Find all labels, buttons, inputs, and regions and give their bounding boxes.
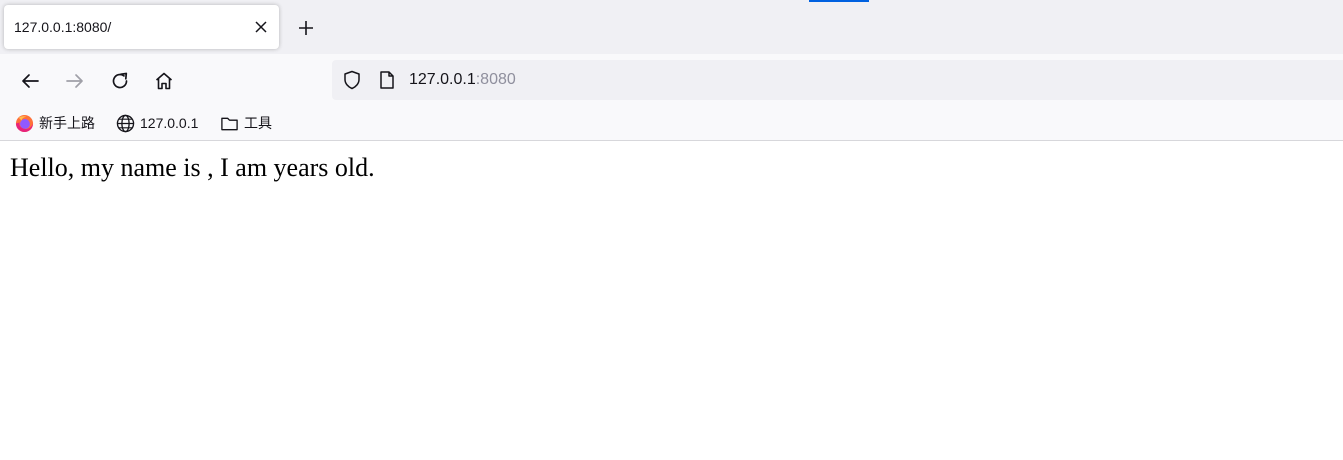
page-body-text: Hello, my name is , I am years old. bbox=[10, 153, 375, 182]
address-bar[interactable]: 127.0.0.1:8080 bbox=[332, 60, 1343, 100]
reload-button[interactable] bbox=[107, 68, 133, 94]
tab-title: 127.0.0.1:8080/ bbox=[14, 19, 112, 35]
active-tab[interactable]: 127.0.0.1:8080/ bbox=[4, 5, 279, 49]
close-icon[interactable] bbox=[250, 16, 272, 38]
globe-icon bbox=[116, 114, 135, 132]
home-button[interactable] bbox=[151, 68, 177, 94]
bookmarks-toolbar: 新手上路 127.0.0.1 工具 bbox=[0, 106, 1343, 141]
arrow-left-icon bbox=[22, 74, 39, 88]
url-text[interactable]: 127.0.0.1:8080 bbox=[409, 71, 516, 89]
bookmark-label: 工具 bbox=[244, 115, 272, 131]
bookmark-localhost[interactable]: 127.0.0.1 bbox=[116, 113, 198, 133]
url-port: :8080 bbox=[475, 71, 516, 88]
forward-button[interactable] bbox=[62, 68, 88, 94]
firefox-icon bbox=[15, 114, 34, 132]
folder-icon bbox=[221, 117, 238, 130]
home-icon bbox=[155, 72, 173, 90]
new-tab-button[interactable] bbox=[294, 16, 318, 40]
bookmark-folder-tools[interactable]: 工具 bbox=[220, 113, 272, 133]
tab-strip: 127.0.0.1:8080/ bbox=[0, 0, 1343, 54]
bookmark-label: 127.0.0.1 bbox=[140, 115, 199, 131]
page-icon[interactable] bbox=[377, 70, 397, 90]
arrow-right-icon bbox=[66, 74, 83, 88]
tab-strip-accent bbox=[809, 0, 869, 2]
bookmark-label: 新手上路 bbox=[39, 115, 95, 131]
url-host: 127.0.0.1 bbox=[409, 71, 476, 88]
back-button[interactable] bbox=[17, 68, 43, 94]
plus-icon bbox=[299, 21, 313, 35]
navigation-toolbar: 127.0.0.1:8080 bbox=[0, 54, 1343, 106]
reload-icon bbox=[112, 72, 128, 89]
shield-icon[interactable] bbox=[342, 70, 362, 90]
bookmark-getting-started[interactable]: 新手上路 bbox=[15, 113, 95, 133]
